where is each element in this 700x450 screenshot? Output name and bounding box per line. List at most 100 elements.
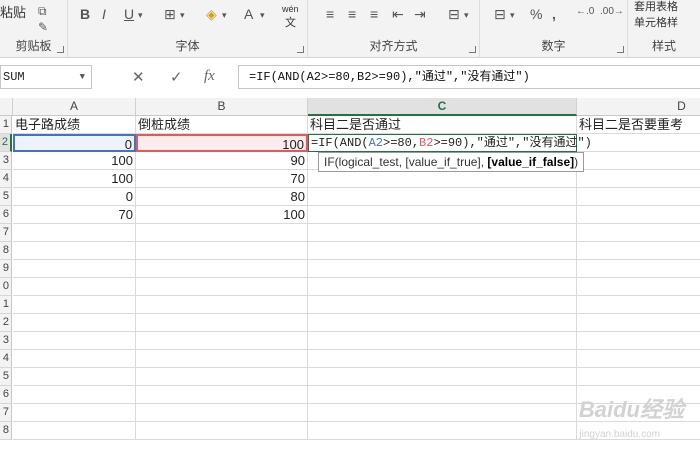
cell-b18[interactable] xyxy=(136,422,308,440)
cell-a16[interactable] xyxy=(13,386,136,404)
cell-c16[interactable] xyxy=(308,386,577,404)
increase-decimal-icon[interactable]: ←.0 xyxy=(576,6,594,17)
cancel-icon[interactable]: ✕ xyxy=(132,68,145,86)
cell-b13[interactable] xyxy=(136,332,308,350)
merge-dropdown-icon[interactable]: ▾ xyxy=(464,10,469,21)
cell-d11[interactable] xyxy=(577,296,700,314)
cell-d2[interactable] xyxy=(577,134,700,152)
insert-function-icon[interactable]: fx xyxy=(204,68,215,85)
cell-d4[interactable] xyxy=(577,170,700,188)
font-color-dropdown-icon[interactable]: ▾ xyxy=(260,10,265,21)
cell-c10[interactable] xyxy=(308,278,577,296)
border-dropdown-icon[interactable]: ▾ xyxy=(180,10,185,21)
cell-b6[interactable]: 100 xyxy=(136,206,308,224)
cell-d3[interactable] xyxy=(577,152,700,170)
cell-d8[interactable] xyxy=(577,242,700,260)
cell-a5[interactable]: 0 xyxy=(13,188,136,206)
cell-c7[interactable] xyxy=(308,224,577,242)
underline-dropdown-icon[interactable]: ▾ xyxy=(138,10,143,21)
cell-c18[interactable] xyxy=(308,422,577,440)
cell-c4[interactable] xyxy=(308,170,577,188)
row-header[interactable]: 8 xyxy=(0,242,12,260)
cell-d5[interactable] xyxy=(577,188,700,206)
cell-a12[interactable] xyxy=(13,314,136,332)
cell-b8[interactable] xyxy=(136,242,308,260)
cell-d13[interactable] xyxy=(577,332,700,350)
font-color-button[interactable]: A xyxy=(244,6,253,22)
cell-c12[interactable] xyxy=(308,314,577,332)
row-header[interactable]: 2 xyxy=(0,314,12,332)
fill-dropdown-icon[interactable]: ▾ xyxy=(222,10,227,21)
italic-button[interactable]: I xyxy=(102,6,106,22)
cell-a15[interactable] xyxy=(13,368,136,386)
cell-c1[interactable]: 科目二是否通过 xyxy=(308,116,577,134)
comma-button[interactable]: , xyxy=(552,6,556,22)
font-launcher[interactable] xyxy=(297,46,304,53)
cell-c15[interactable] xyxy=(308,368,577,386)
copy-icon[interactable]: ⧉ xyxy=(38,4,47,19)
border-icon[interactable]: ⊞ xyxy=(164,6,176,23)
cell-a8[interactable] xyxy=(13,242,136,260)
cell-b9[interactable] xyxy=(136,260,308,278)
select-all-corner[interactable] xyxy=(0,98,13,116)
row-header[interactable]: 0 xyxy=(0,278,12,296)
row-header[interactable]: 6 xyxy=(0,206,12,224)
cell-a18[interactable] xyxy=(13,422,136,440)
indent-decrease-icon[interactable]: ⇤ xyxy=(392,6,404,23)
row-header[interactable]: 7 xyxy=(0,224,12,242)
cell-b2[interactable]: 100 xyxy=(136,134,308,152)
fill-color-icon[interactable]: ◈ xyxy=(206,6,217,23)
row-header[interactable]: 4 xyxy=(0,170,12,188)
cell-b10[interactable] xyxy=(136,278,308,296)
cell-d12[interactable] xyxy=(577,314,700,332)
paste-button[interactable]: 粘贴 xyxy=(0,2,26,21)
row-header[interactable]: 4 xyxy=(0,350,12,368)
cell-c11[interactable] xyxy=(308,296,577,314)
row-header[interactable]: 6 xyxy=(0,386,12,404)
table-format-button[interactable]: 套用表格 xyxy=(634,0,678,14)
name-box[interactable]: SUM ▼ xyxy=(0,65,92,89)
enter-icon[interactable]: ✓ xyxy=(170,68,183,86)
cell-style-button[interactable]: 单元格样 xyxy=(634,14,678,30)
row-header[interactable]: 5 xyxy=(0,188,12,206)
cell-d14[interactable] xyxy=(577,350,700,368)
row-header[interactable]: 5 xyxy=(0,368,12,386)
clipboard-launcher[interactable] xyxy=(57,46,64,53)
alignment-launcher[interactable] xyxy=(469,46,476,53)
cell-a6[interactable]: 70 xyxy=(13,206,136,224)
cell-a14[interactable] xyxy=(13,350,136,368)
align-top-icon[interactable]: ≡ xyxy=(326,6,334,22)
cell-b15[interactable] xyxy=(136,368,308,386)
accounting-dropdown-icon[interactable]: ▾ xyxy=(510,10,515,21)
phonetic-button[interactable]: wén xyxy=(282,4,299,14)
name-box-dropdown-icon[interactable]: ▼ xyxy=(80,66,85,88)
cell-c17[interactable] xyxy=(308,404,577,422)
cell-d9[interactable] xyxy=(577,260,700,278)
cell-a2[interactable]: 0 xyxy=(13,134,136,152)
indent-increase-icon[interactable]: ⇥ xyxy=(414,6,426,23)
cell-c14[interactable] xyxy=(308,350,577,368)
underline-button[interactable]: U xyxy=(124,6,134,22)
merge-cells-icon[interactable]: ⊟ xyxy=(448,6,460,23)
percent-button[interactable]: % xyxy=(530,6,542,22)
cell-a9[interactable] xyxy=(13,260,136,278)
cell-d10[interactable] xyxy=(577,278,700,296)
accounting-format-icon[interactable]: ⊟ xyxy=(494,6,506,23)
cell-a17[interactable] xyxy=(13,404,136,422)
cell-b17[interactable] xyxy=(136,404,308,422)
cell-b1[interactable]: 倒桩成绩 xyxy=(136,116,308,134)
row-header[interactable]: 2 xyxy=(0,134,12,152)
cell-b5[interactable]: 80 xyxy=(136,188,308,206)
decrease-decimal-icon[interactable]: .00→ xyxy=(600,6,624,17)
cell-b14[interactable] xyxy=(136,350,308,368)
align-bottom-icon[interactable]: ≡ xyxy=(370,6,378,22)
cell-b4[interactable]: 70 xyxy=(136,170,308,188)
cell-c5[interactable] xyxy=(308,188,577,206)
cell-c9[interactable] xyxy=(308,260,577,278)
row-header[interactable]: 8 xyxy=(0,422,12,440)
column-header-b[interactable]: B xyxy=(136,98,308,116)
format-painter-icon[interactable]: ✎ xyxy=(38,20,48,34)
cell-d6[interactable] xyxy=(577,206,700,224)
column-header-c[interactable]: C xyxy=(308,98,577,116)
cell-a11[interactable] xyxy=(13,296,136,314)
